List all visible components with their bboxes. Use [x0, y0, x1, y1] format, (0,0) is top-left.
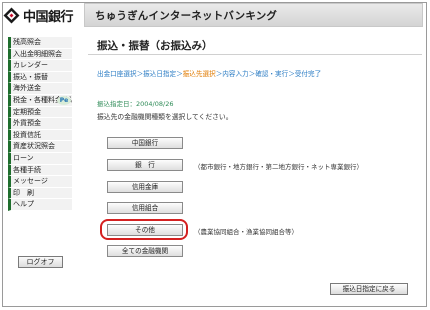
step-item: 振込日指定	[143, 70, 177, 78]
step-separator: ＞	[176, 70, 183, 78]
other-description: （農業協同組合・漁業協同組合等）	[194, 228, 298, 236]
bank-description: （都市銀行・地方銀行・第二地方銀行・ネット専業銀行）	[194, 163, 363, 171]
sidebar-item-time-deposit[interactable]: 定期預金	[8, 106, 72, 119]
sidebar-item-loan[interactable]: ローン	[8, 152, 72, 165]
step-item: 内容入力	[222, 70, 249, 78]
sidebar-nav: 残高照会 入出金明細照会 カレンダー 振込・振替 海外送金 税金・各種料金払込 P…	[8, 37, 72, 211]
sidebar-item-investment[interactable]: 投資信託	[8, 129, 72, 142]
sidebar-item-label: 資産状況照会	[13, 142, 55, 151]
other-institutions-button[interactable]: その他	[107, 224, 183, 236]
sidebar-item-label: 残高照会	[13, 38, 41, 46]
shinkin-button[interactable]: 信用金庫	[107, 181, 183, 193]
step-breadcrumb: 出金口座選択＞振込日指定＞振込先選択＞内容入力＞確認・実行＞受付完了	[97, 68, 321, 78]
all-institutions-button[interactable]: 全ての金融機関	[107, 245, 183, 257]
step-item: 振込先選択	[182, 70, 216, 78]
bank-button[interactable]: 銀 行	[107, 159, 183, 171]
page-title-bar: 振込・振替（お振込み）	[88, 35, 422, 55]
sidebar-item-label: ヘルプ	[13, 200, 34, 209]
sidebar-item-label: 定期預金	[13, 107, 41, 116]
sidebar-item-help[interactable]: ヘルプ	[8, 199, 72, 211]
step-item: 確認・実行	[255, 70, 289, 78]
back-to-date-button[interactable]: 振込日指定に戻る	[330, 283, 408, 295]
logoff-button[interactable]: ログオフ	[18, 256, 63, 268]
bank-logo[interactable]: 中国銀行	[3, 3, 83, 27]
sidebar-item-label: 投資信託	[13, 130, 41, 139]
sidebar-item-foreign-deposit[interactable]: 外貨預金	[8, 118, 72, 130]
sidebar-item-tax-payment[interactable]: 税金・各種料金払込 Pe	[8, 94, 72, 107]
sidebar-item-label: 各種手続	[13, 165, 41, 174]
credit-union-button[interactable]: 信用組合	[107, 202, 183, 214]
sidebar-item-label: 海外送金	[13, 84, 41, 93]
sidebar-item-label: 外貨預金	[13, 119, 41, 128]
instruction-text: 振込先の金融機関種類を選択してください。	[97, 113, 233, 121]
service-title: ちゅうぎんインターネットバンキング	[95, 9, 278, 22]
step-separator: ＞	[288, 70, 295, 78]
sidebar-item-messages[interactable]: メッセージ	[8, 176, 72, 188]
sidebar-item-balance[interactable]: 残高照会	[8, 37, 72, 49]
sidebar-item-transfer[interactable]: 振込・振替	[8, 71, 72, 84]
sidebar-item-label: ローン	[13, 153, 34, 162]
sidebar-item-print[interactable]: 印 刷	[8, 187, 72, 200]
bank-name: 中国銀行	[23, 9, 74, 25]
sidebar-item-label: 印 刷	[13, 188, 34, 197]
sidebar-item-statement[interactable]: 入出金明細照会	[8, 48, 72, 61]
sidebar-item-overseas[interactable]: 海外送金	[8, 83, 72, 95]
pay-easy-icon: Pe	[57, 95, 71, 105]
bank-logo-icon	[3, 7, 20, 24]
sidebar-item-label: カレンダー	[13, 61, 48, 70]
header-band: ちゅうぎんインターネットバンキング	[84, 3, 423, 27]
sidebar-item-label: 振込・振替	[13, 72, 48, 81]
sidebar-item-label: 入出金明細照会	[13, 49, 62, 58]
chugoku-bank-button[interactable]: 中国銀行	[107, 137, 183, 149]
sidebar-item-calendar[interactable]: カレンダー	[8, 60, 72, 72]
step-item: 受付完了	[294, 70, 322, 78]
sidebar-item-assets[interactable]: 資産状況照会	[8, 141, 72, 153]
sidebar-item-label: メッセージ	[13, 177, 48, 186]
page-title: 振込・振替（お振込み）	[97, 40, 213, 52]
sidebar-item-procedures[interactable]: 各種手続	[8, 164, 72, 177]
step-item: 出金口座選択	[97, 70, 137, 78]
transfer-date: 振込指定日：2004/08/26	[97, 100, 174, 108]
